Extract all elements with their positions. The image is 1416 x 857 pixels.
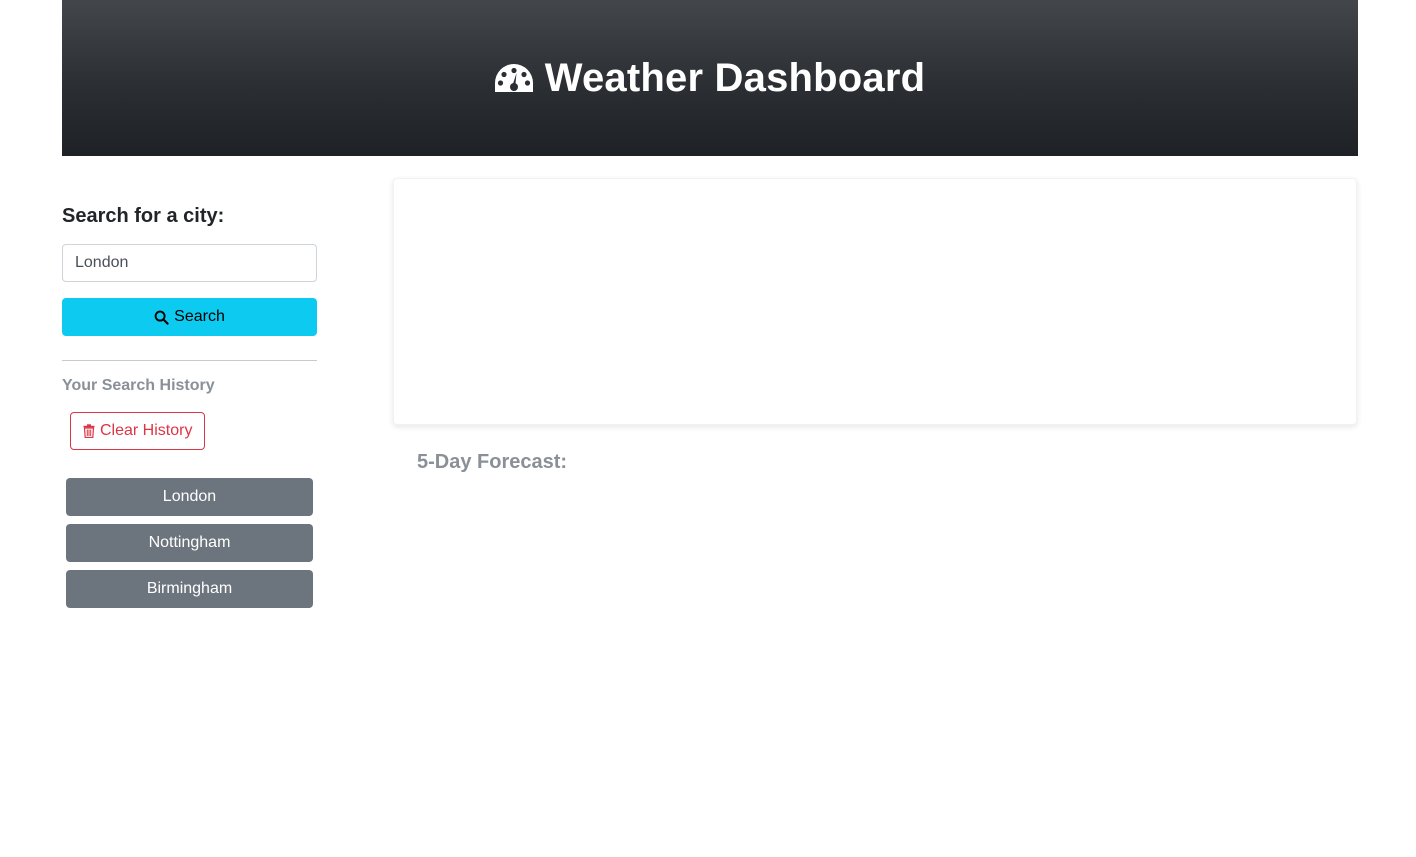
sidebar-divider [62, 360, 317, 361]
current-weather-card [393, 178, 1357, 425]
search-icon [154, 310, 169, 325]
search-label: Search for a city: [62, 205, 225, 227]
clear-history-label: Clear History [100, 422, 193, 439]
header-content: Weather Dashboard [493, 56, 926, 101]
history-item-london[interactable]: London [66, 478, 313, 516]
page-title: Weather Dashboard [544, 55, 926, 100]
clear-history-button[interactable]: Clear History [70, 412, 206, 450]
search-button[interactable]: Search [62, 298, 317, 336]
city-search-input[interactable] [62, 244, 317, 282]
search-history-list: London Nottingham Birmingham [66, 478, 313, 616]
search-history-title: Your Search History [62, 377, 215, 394]
history-item-nottingham[interactable]: Nottingham [66, 524, 313, 562]
page-header: Weather Dashboard [62, 0, 1358, 156]
dashboard-gauge-icon [494, 64, 533, 92]
trash-icon [83, 424, 95, 438]
search-button-label: Search [174, 308, 225, 325]
forecast-title: 5-Day Forecast: [417, 451, 568, 473]
history-item-birmingham[interactable]: Birmingham [66, 570, 313, 608]
